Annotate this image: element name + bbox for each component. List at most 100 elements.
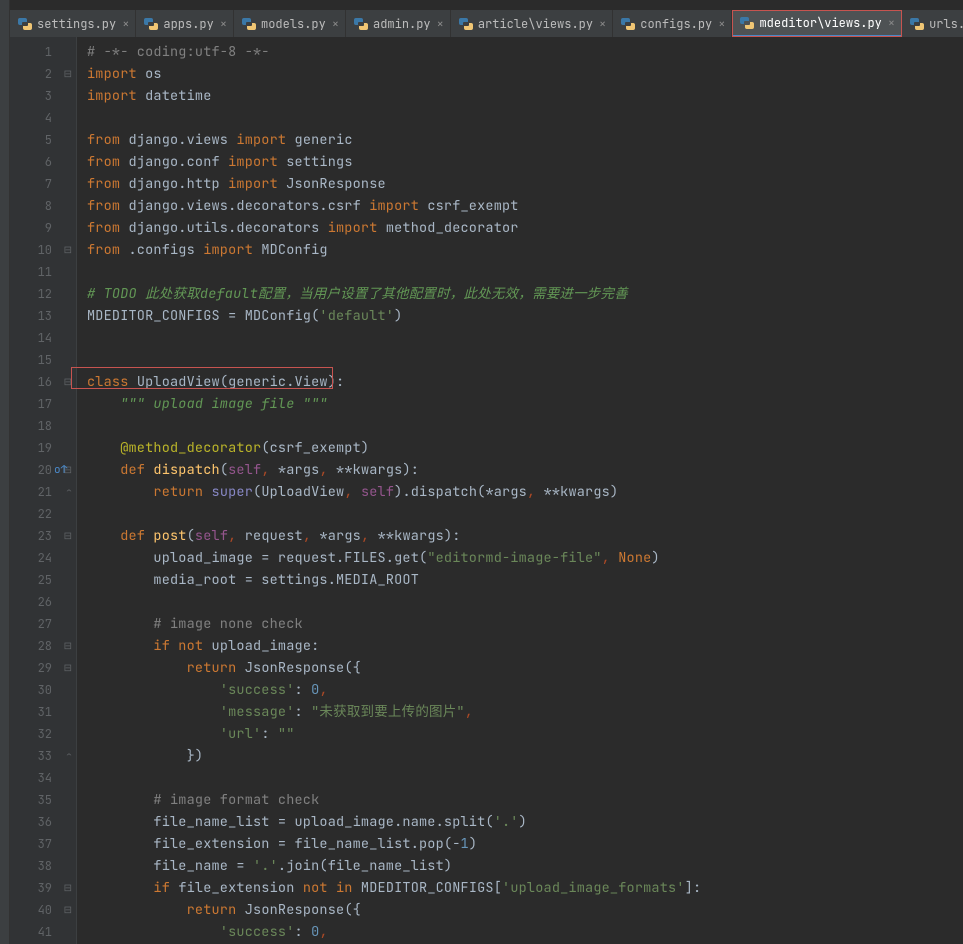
code-line[interactable]: from django.http import JsonResponse xyxy=(87,173,963,195)
close-icon[interactable]: × xyxy=(122,18,129,30)
code-line[interactable] xyxy=(87,349,963,371)
line-number[interactable]: 24 xyxy=(10,547,76,569)
override-icon[interactable]: o↑ xyxy=(54,459,67,481)
line-number[interactable]: 6 xyxy=(10,151,76,173)
tab-article-views-py[interactable]: article\views.py× xyxy=(451,10,613,37)
line-number[interactable]: 28⊟ xyxy=(10,635,76,657)
line-number[interactable]: 29⊟ xyxy=(10,657,76,679)
code-line[interactable]: # image none check xyxy=(87,613,963,635)
code-line[interactable]: }) xyxy=(87,745,963,767)
code-line[interactable]: def post(self, request, *args, **kwargs)… xyxy=(87,525,963,547)
tab-configs-py[interactable]: configs.py× xyxy=(613,10,732,37)
tab-apps-py[interactable]: apps.py× xyxy=(136,10,234,37)
line-number[interactable]: 9 xyxy=(10,217,76,239)
tab-urls-py[interactable]: urls.py× xyxy=(902,10,963,37)
code-line[interactable]: file_name_list = upload_image.name.split… xyxy=(87,811,963,833)
code-line[interactable]: @method_decorator(csrf_exempt) xyxy=(87,437,963,459)
line-number[interactable]: 4 xyxy=(10,107,76,129)
line-number[interactable]: 41 xyxy=(10,921,76,943)
code-line[interactable]: 'url': "" xyxy=(87,723,963,745)
code-line[interactable] xyxy=(87,415,963,437)
tab-mdeditor-views-py[interactable]: mdeditor\views.py× xyxy=(732,10,902,37)
line-number[interactable]: 21⌃ xyxy=(10,481,76,503)
line-number[interactable]: 10⊟ xyxy=(10,239,76,261)
fold-end-icon[interactable]: ⌃ xyxy=(66,745,72,767)
code-line[interactable]: file_extension = file_name_list.pop(-1) xyxy=(87,833,963,855)
tab-admin-py[interactable]: admin.py× xyxy=(346,10,451,37)
fold-collapse-icon[interactable]: ⊟ xyxy=(64,635,72,657)
line-number[interactable]: 25 xyxy=(10,569,76,591)
code-line[interactable] xyxy=(87,261,963,283)
code-line[interactable]: 'success': 0, xyxy=(87,679,963,701)
line-number[interactable]: 17 xyxy=(10,393,76,415)
code-line[interactable]: 'success': 0, xyxy=(87,921,963,943)
line-number[interactable]: 1 xyxy=(10,41,76,63)
code-line[interactable]: """ upload image file """ xyxy=(87,393,963,415)
tab-settings-py[interactable]: settings.py× xyxy=(10,10,136,37)
code-line[interactable]: media_root = settings.MEDIA_ROOT xyxy=(87,569,963,591)
code-line[interactable]: import datetime xyxy=(87,85,963,107)
line-number[interactable]: 35 xyxy=(10,789,76,811)
code-line[interactable]: from django.conf import settings xyxy=(87,151,963,173)
code-line[interactable]: if not upload_image: xyxy=(87,635,963,657)
code-line[interactable]: if file_extension not in MDEDITOR_CONFIG… xyxy=(87,877,963,899)
line-number[interactable]: 26 xyxy=(10,591,76,613)
line-number[interactable]: 18 xyxy=(10,415,76,437)
code-line[interactable]: return JsonResponse({ xyxy=(87,899,963,921)
code-editor[interactable]: 12⊟345678910⊟111213141516⊟17181920⊟o↑21⌃… xyxy=(10,37,963,944)
code-line[interactable]: # image format check xyxy=(87,789,963,811)
code-line[interactable]: MDEDITOR_CONFIGS = MDConfig('default') xyxy=(87,305,963,327)
code-line[interactable]: class UploadView(generic.View): xyxy=(87,371,963,393)
fold-collapse-icon[interactable]: ⊟ xyxy=(64,63,72,85)
line-number[interactable]: 33⌃ xyxy=(10,745,76,767)
close-icon[interactable]: × xyxy=(888,17,895,29)
code-line[interactable]: upload_image = request.FILES.get("editor… xyxy=(87,547,963,569)
line-number[interactable]: 22 xyxy=(10,503,76,525)
code-line[interactable]: from django.utils.decorators import meth… xyxy=(87,217,963,239)
fold-collapse-icon[interactable]: ⊟ xyxy=(64,525,72,547)
tab-models-py[interactable]: models.py× xyxy=(234,10,346,37)
code-line[interactable]: 'message': "未获取到要上传的图片", xyxy=(87,701,963,723)
line-number[interactable]: 40⊟ xyxy=(10,899,76,921)
line-number[interactable]: 13 xyxy=(10,305,76,327)
line-number[interactable]: 34 xyxy=(10,767,76,789)
code-line[interactable] xyxy=(87,767,963,789)
line-number[interactable]: 31 xyxy=(10,701,76,723)
close-icon[interactable]: × xyxy=(220,18,227,30)
fold-collapse-icon[interactable]: ⊟ xyxy=(64,877,72,899)
line-number[interactable]: 15 xyxy=(10,349,76,371)
code-line[interactable]: from django.views.decorators.csrf import… xyxy=(87,195,963,217)
line-number[interactable]: 39⊟ xyxy=(10,877,76,899)
line-number[interactable]: 2⊟ xyxy=(10,63,76,85)
line-number[interactable]: 11 xyxy=(10,261,76,283)
code-line[interactable]: return JsonResponse({ xyxy=(87,657,963,679)
code-line[interactable] xyxy=(87,107,963,129)
line-number[interactable]: 20⊟o↑ xyxy=(10,459,76,481)
line-number[interactable]: 7 xyxy=(10,173,76,195)
line-number[interactable]: 36 xyxy=(10,811,76,833)
fold-collapse-icon[interactable]: ⊟ xyxy=(64,239,72,261)
close-icon[interactable]: × xyxy=(437,18,444,30)
line-number[interactable]: 38 xyxy=(10,855,76,877)
close-icon[interactable]: × xyxy=(718,18,725,30)
line-number[interactable]: 3 xyxy=(10,85,76,107)
line-number[interactable]: 27 xyxy=(10,613,76,635)
code-line[interactable]: # -*- coding:utf-8 -*- xyxy=(87,41,963,63)
code-line[interactable] xyxy=(87,591,963,613)
fold-collapse-icon[interactable]: ⊟ xyxy=(64,371,72,393)
close-icon[interactable]: × xyxy=(332,18,339,30)
line-number[interactable]: 32 xyxy=(10,723,76,745)
fold-collapse-icon[interactable]: ⊟ xyxy=(64,657,72,679)
code-line[interactable]: file_name = '.'.join(file_name_list) xyxy=(87,855,963,877)
fold-collapse-icon[interactable]: ⊟ xyxy=(64,899,72,921)
line-number[interactable]: 14 xyxy=(10,327,76,349)
code-area[interactable]: # -*- coding:utf-8 -*-import osimport da… xyxy=(77,37,963,944)
line-number[interactable]: 37 xyxy=(10,833,76,855)
code-line[interactable] xyxy=(87,503,963,525)
code-line[interactable]: def dispatch(self, *args, **kwargs): xyxy=(87,459,963,481)
line-number[interactable]: 30 xyxy=(10,679,76,701)
code-line[interactable]: from django.views import generic xyxy=(87,129,963,151)
code-line[interactable]: from .configs import MDConfig xyxy=(87,239,963,261)
code-line[interactable] xyxy=(87,327,963,349)
code-line[interactable]: # TODO 此处获取default配置，当用户设置了其他配置时，此处无效，需要… xyxy=(87,283,963,305)
